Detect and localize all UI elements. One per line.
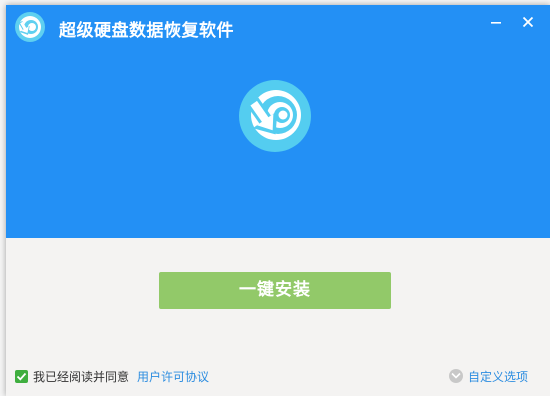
checkmark-icon <box>16 372 27 381</box>
installer-window: 超级硬盘数据恢复软件 一键安装 我已经阅读并同意 用户许可协议 自定义选项 <box>6 5 550 396</box>
minimize-icon <box>491 22 501 24</box>
app-logo-icon <box>15 12 45 42</box>
chevron-down-circle-icon <box>449 369 463 383</box>
close-button[interactable] <box>518 13 538 33</box>
minimize-button[interactable] <box>486 13 506 33</box>
custom-options-button[interactable]: 自定义选项 <box>449 368 528 384</box>
agree-label: 我已经阅读并同意 <box>33 369 130 384</box>
agree-row: 我已经阅读并同意 用户许可协议 <box>15 368 209 384</box>
header-banner: 超级硬盘数据恢复软件 <box>6 5 550 238</box>
close-icon <box>522 16 534 28</box>
one-click-install-button[interactable]: 一键安装 <box>159 272 391 309</box>
window-title: 超级硬盘数据恢复软件 <box>59 21 234 41</box>
custom-options-label: 自定义选项 <box>468 369 529 384</box>
data-recovery-logo-icon <box>239 80 311 152</box>
agree-checkbox[interactable] <box>15 369 28 383</box>
license-agreement-link[interactable]: 用户许可协议 <box>137 368 209 385</box>
